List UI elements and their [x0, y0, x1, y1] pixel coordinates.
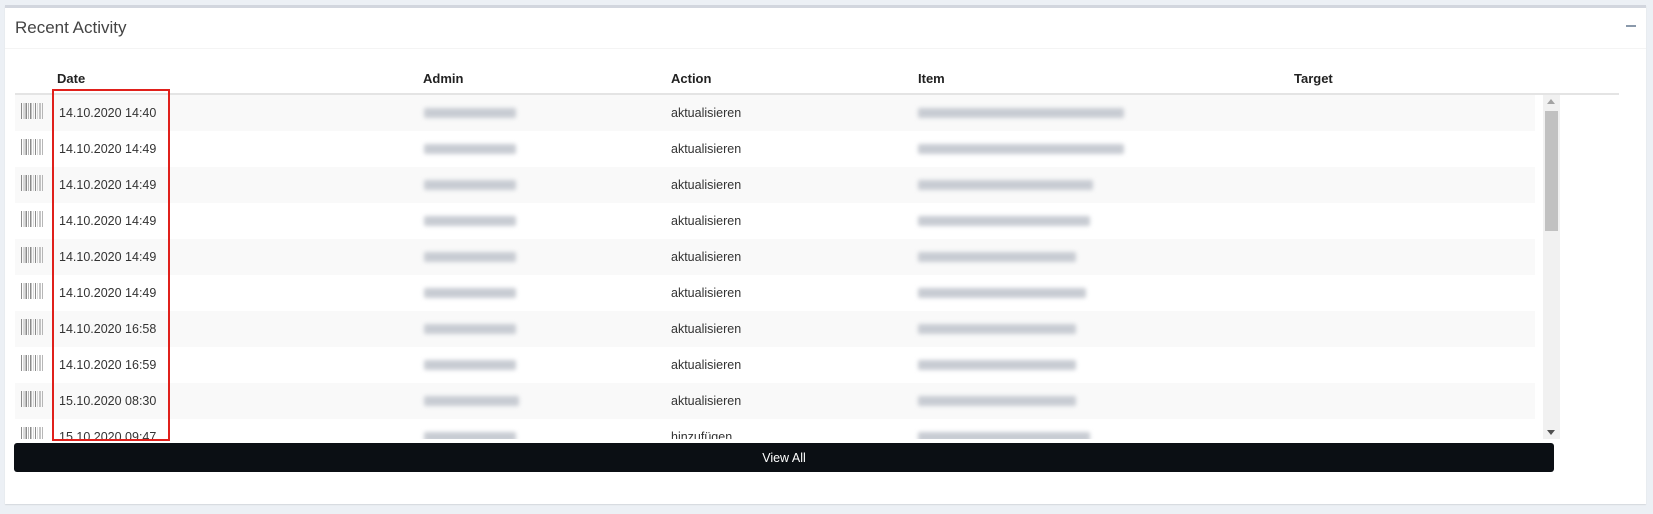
row-admin-redacted: [424, 396, 519, 406]
table-row[interactable]: 14.10.2020 14:49 aktualisieren: [15, 167, 1535, 204]
barcode-icon: [21, 283, 43, 299]
panel-header: Recent Activity: [5, 8, 1646, 49]
collapse-button[interactable]: [1618, 16, 1644, 38]
row-action: aktualisieren: [671, 214, 742, 228]
barcode-icon: [21, 211, 43, 227]
row-item-redacted: [918, 288, 1086, 298]
row-item-redacted: [918, 252, 1076, 262]
row-date: 15.10.2020 08:30: [59, 394, 157, 408]
vertical-scrollbar[interactable]: [1543, 95, 1560, 439]
row-action: aktualisieren: [671, 142, 742, 156]
barcode-icon: [21, 247, 43, 263]
row-action: aktualisieren: [671, 322, 742, 336]
row-action: aktualisieren: [671, 286, 742, 300]
barcode-icon: [21, 175, 43, 191]
row-date: 15.10.2020 09:47: [59, 430, 157, 439]
table-row[interactable]: 14.10.2020 16:58 aktualisieren: [15, 311, 1535, 348]
table-header: Date Admin Action Item Target: [15, 63, 1619, 95]
panel-title: Recent Activity: [15, 18, 127, 37]
row-admin-redacted: [424, 252, 516, 262]
row-date: 14.10.2020 16:59: [59, 358, 157, 372]
row-admin-redacted: [424, 360, 516, 370]
table-row[interactable]: 14.10.2020 14:40 aktualisieren: [15, 95, 1535, 132]
scroll-up-arrow-icon[interactable]: [1547, 99, 1555, 104]
row-date: 14.10.2020 14:49: [59, 286, 157, 300]
table-row[interactable]: 14.10.2020 16:59 aktualisieren: [15, 347, 1535, 384]
row-item-redacted: [918, 180, 1093, 190]
column-header-admin[interactable]: Admin: [423, 71, 463, 86]
table-row[interactable]: 14.10.2020 14:49 aktualisieren: [15, 239, 1535, 276]
column-header-date[interactable]: Date: [57, 71, 85, 86]
row-action: hinzufügen: [671, 430, 733, 439]
row-item-redacted: [918, 324, 1076, 334]
row-action: aktualisieren: [671, 178, 742, 192]
row-admin-redacted: [424, 180, 516, 190]
table-row[interactable]: 14.10.2020 14:49 aktualisieren: [15, 131, 1535, 168]
column-header-action[interactable]: Action: [671, 71, 711, 86]
row-item-redacted: [918, 216, 1090, 226]
row-admin-redacted: [424, 216, 516, 226]
table-row[interactable]: 15.10.2020 08:30 aktualisieren: [15, 383, 1535, 420]
table-body: 14.10.2020 14:40 aktualisieren 14.10.2020 …: [15, 95, 1619, 439]
row-action: aktualisieren: [671, 250, 742, 264]
row-admin-redacted: [424, 288, 516, 298]
row-admin-redacted: [424, 432, 516, 439]
barcode-icon: [21, 319, 43, 335]
table-row[interactable]: 15.10.2020 09:47 hinzufügen: [15, 419, 1535, 439]
scroll-down-arrow-icon[interactable]: [1547, 430, 1555, 435]
row-date: 14.10.2020 14:49: [59, 250, 157, 264]
view-all-button[interactable]: View All: [14, 443, 1554, 472]
recent-activity-panel: Recent Activity Date Admin Action Item T…: [5, 5, 1646, 504]
row-item-redacted: [918, 144, 1124, 154]
table-row[interactable]: 14.10.2020 14:49 aktualisieren: [15, 275, 1535, 312]
row-date: 14.10.2020 14:49: [59, 214, 157, 228]
row-item-redacted: [918, 360, 1076, 370]
column-header-item[interactable]: Item: [918, 71, 945, 86]
row-date: 14.10.2020 14:49: [59, 142, 157, 156]
barcode-icon: [21, 355, 43, 371]
row-admin-redacted: [424, 144, 516, 154]
row-action: aktualisieren: [671, 358, 742, 372]
row-date: 14.10.2020 16:58: [59, 322, 157, 336]
table-row[interactable]: 14.10.2020 14:49 aktualisieren: [15, 203, 1535, 240]
row-action: aktualisieren: [671, 106, 742, 120]
minus-icon[interactable]: [1626, 25, 1636, 27]
barcode-icon: [21, 103, 43, 119]
barcode-icon: [21, 139, 43, 155]
row-action: aktualisieren: [671, 394, 742, 408]
barcode-icon: [21, 427, 43, 439]
barcode-icon: [21, 391, 43, 407]
column-header-target[interactable]: Target: [1294, 71, 1333, 86]
row-admin-redacted: [424, 108, 516, 118]
row-item-redacted: [918, 396, 1076, 406]
row-item-redacted: [918, 432, 1090, 439]
row-item-redacted: [918, 108, 1124, 118]
scrollbar-thumb[interactable]: [1545, 111, 1558, 231]
row-admin-redacted: [424, 324, 516, 334]
row-date: 14.10.2020 14:49: [59, 178, 157, 192]
row-date: 14.10.2020 14:40: [59, 106, 157, 120]
